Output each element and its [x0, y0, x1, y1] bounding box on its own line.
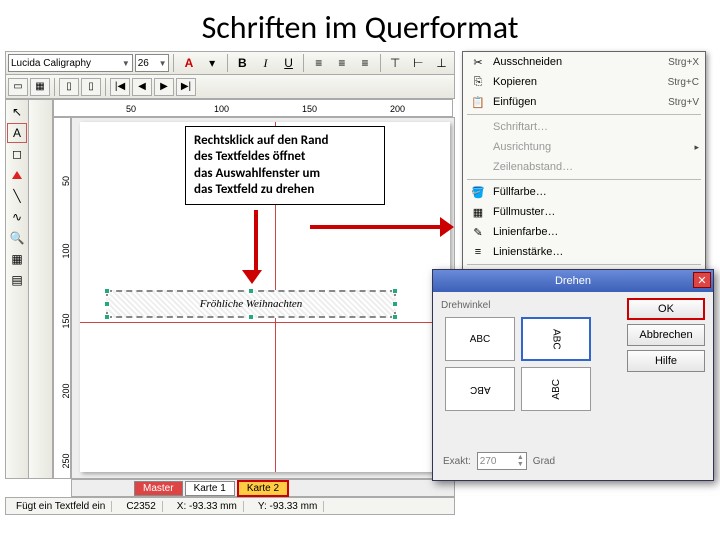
copy-icon: ⎘	[469, 74, 487, 90]
lines-icon: ≡	[469, 244, 487, 260]
valign-bottom-button[interactable]: ⊥	[431, 53, 452, 73]
dialog-title: Drehen ✕	[433, 270, 713, 292]
canvas[interactable]: Rechtsklick auf den Rand des Textfeldes …	[71, 117, 455, 479]
scissors-icon: ✂	[469, 54, 487, 70]
unit-label: Grad	[533, 456, 555, 467]
tool-line-icon[interactable]: ╲	[7, 186, 27, 206]
help-button[interactable]: Hilfe	[627, 350, 705, 372]
textbox-text: Fröhliche Weihnachten	[200, 298, 303, 310]
tool-table-icon[interactable]: ▤	[7, 270, 27, 290]
exact-label: Exakt:	[443, 456, 471, 467]
ctx-linecolor[interactable]: ✎Linienfarbe…	[463, 222, 705, 242]
tab-karte-1[interactable]: Karte 1	[185, 481, 235, 496]
nav-next-button[interactable]: ▶	[154, 78, 174, 96]
ctx-linewidth[interactable]: ≡Linienstärke…	[463, 242, 705, 262]
sheet-tabs: Master Karte 1 Karte 2	[71, 479, 455, 497]
ruler-vertical: 50 100 150 200 250	[53, 117, 71, 479]
paste-icon: 📋	[469, 94, 487, 110]
ok-button[interactable]: OK	[627, 298, 705, 320]
page: Rechtsklick auf den Rand des Textfeldes …	[80, 122, 450, 472]
tool-shape-icon[interactable]: ◻	[7, 144, 27, 164]
cancel-button[interactable]: Abbrechen	[627, 324, 705, 346]
ctx-fillcolor[interactable]: 🪣Füllfarbe…	[463, 182, 705, 202]
guide-horizontal	[80, 322, 450, 323]
tool-triangle-icon[interactable]	[7, 165, 27, 185]
red-arrow-down-icon	[250, 210, 262, 284]
font-select[interactable]: Lucida Caligraphy▼	[8, 54, 133, 72]
btn-3[interactable]: ▯	[59, 78, 79, 96]
ctx-copy[interactable]: ⎘KopierenStrg+C	[463, 72, 705, 92]
pen-icon: ✎	[469, 224, 487, 240]
orient-180[interactable]: ABC	[445, 367, 515, 411]
angle-input[interactable]: 270▲▼	[477, 452, 527, 470]
ctx-align[interactable]: Ausrichtung▸	[463, 137, 705, 157]
orient-270[interactable]: ABC	[521, 317, 591, 361]
rotate-dialog: Drehen ✕ Drehwinkel ABC ABC ABC ABC OK A…	[432, 269, 714, 481]
nav-first-button[interactable]: |◀	[110, 78, 130, 96]
left-toolbar: ↖ A ◻ ╲ ∿ 🔍 ▦ ▤	[5, 99, 29, 479]
nav-prev-button[interactable]: ◀	[132, 78, 152, 96]
font-size-select[interactable]: 26▼	[135, 54, 170, 72]
status-bar: Fügt ein Textfeld ein C2352 X: -93.33 mm…	[5, 497, 455, 515]
ctx-paste[interactable]: 📋EinfügenStrg+V	[463, 92, 705, 112]
tool-zoom-icon[interactable]: 🔍	[7, 228, 27, 248]
tooltip-box: Rechtsklick auf den Rand des Textfeldes …	[185, 126, 385, 205]
bold-button[interactable]: B	[232, 53, 253, 73]
btn-2[interactable]: ▦	[30, 78, 50, 96]
pattern-icon: ▦	[469, 204, 487, 220]
tab-karte-2[interactable]: Karte 2	[237, 480, 289, 497]
align-right-button[interactable]: ≡	[354, 53, 375, 73]
status-y: Y: -93.33 mm	[252, 501, 324, 512]
align-center-button[interactable]: ≡	[331, 53, 352, 73]
valign-top-button[interactable]: ⊤	[385, 53, 406, 73]
valign-mid-button[interactable]: ⊢	[408, 53, 429, 73]
format-toolbar: Lucida Caligraphy▼ 26▼ A ▾ B I U ≡ ≡ ≡ ⊤…	[5, 51, 455, 75]
font-color-button[interactable]: A	[178, 53, 199, 73]
ctx-cut[interactable]: ✂AusschneidenStrg+X	[463, 52, 705, 72]
tool-image-icon[interactable]: ▦	[7, 249, 27, 269]
ctx-font[interactable]: Schriftart…	[463, 117, 705, 137]
orient-0[interactable]: ABC	[445, 317, 515, 361]
status-cell-ref: C2352	[120, 501, 162, 512]
font-dropdown-icon[interactable]: ▾	[202, 53, 223, 73]
page-title: Schriften im Querformat	[0, 0, 720, 51]
orient-90[interactable]: ABC	[521, 367, 591, 411]
nav-last-button[interactable]: ▶|	[176, 78, 196, 96]
tool-arrow-icon[interactable]: ↖	[7, 102, 27, 122]
tool-curve-icon[interactable]: ∿	[7, 207, 27, 227]
underline-button[interactable]: U	[278, 53, 299, 73]
ctx-linespace[interactable]: Zeilenabstand…	[463, 157, 705, 177]
bucket-icon: 🪣	[469, 184, 487, 200]
left-toolbar-2	[29, 99, 53, 479]
status-hint: Fügt ein Textfeld ein	[10, 501, 112, 512]
btn-1[interactable]: ▭	[8, 78, 28, 96]
btn-4[interactable]: ▯	[81, 78, 101, 96]
tab-master[interactable]: Master	[134, 481, 183, 496]
close-button[interactable]: ✕	[693, 272, 711, 288]
align-left-button[interactable]: ≡	[308, 53, 329, 73]
tool-text-icon[interactable]: A	[7, 123, 27, 143]
ruler-horizontal: 50 100 150 200	[53, 99, 453, 117]
ctx-fillpattern[interactable]: ▦Füllmuster…	[463, 202, 705, 222]
status-x: X: -93.33 mm	[171, 501, 244, 512]
selected-textbox[interactable]: Fröhliche Weihnachten	[106, 290, 396, 318]
nav-toolbar: ▭ ▦ ▯ ▯ |◀ ◀ ▶ ▶|	[5, 75, 455, 99]
italic-button[interactable]: I	[255, 53, 276, 73]
red-arrow-right-icon	[310, 217, 454, 237]
